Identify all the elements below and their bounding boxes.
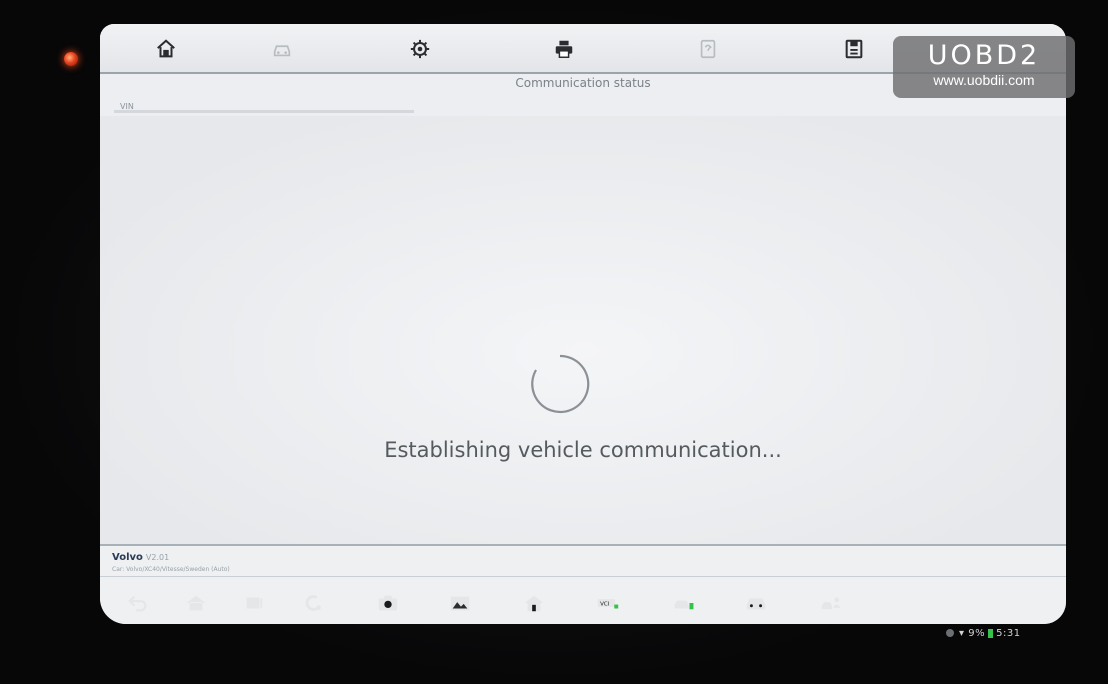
- footer-divider: [100, 576, 1066, 577]
- svg-text:VCI: VCI: [600, 601, 610, 607]
- vehicle-shortcut-icon: [674, 600, 694, 610]
- print-button[interactable]: [550, 36, 578, 62]
- browser-icon: [305, 595, 321, 611]
- system-navbar: VCI: [110, 590, 1060, 650]
- battery-percent: 9%: [968, 628, 986, 639]
- camera-icon: [378, 595, 398, 611]
- browser-button[interactable]: [300, 590, 328, 616]
- watermark: UOBD2 www.uobdii.com: [893, 36, 1075, 98]
- tablet-screen: Communication status VIN Establishing ve…: [100, 24, 1066, 624]
- remote-support-icon: [821, 597, 841, 610]
- home-icon: [157, 39, 175, 58]
- home-button[interactable]: [152, 36, 180, 62]
- watermark-brand: UOBD2: [927, 40, 1041, 71]
- autel-home-button[interactable]: [520, 590, 548, 616]
- android-home-icon: [186, 595, 206, 611]
- vci-icon: VCI: [597, 599, 619, 609]
- power-led-icon: [64, 52, 78, 66]
- camera-button[interactable]: [374, 590, 402, 616]
- print-icon: [555, 40, 573, 58]
- gallery-button[interactable]: [446, 590, 474, 616]
- vehicle-swap-icon: [273, 45, 291, 57]
- software-version: V2.01: [145, 553, 170, 562]
- watermark-url: www.uobdii.com: [933, 72, 1035, 88]
- save-icon: [845, 39, 863, 59]
- help-icon: [700, 39, 716, 59]
- loading-message: Establishing vehicle communication...: [384, 438, 782, 462]
- make-label: Volvo: [112, 552, 143, 563]
- back-icon: [128, 595, 147, 612]
- battery-icon: [988, 628, 994, 638]
- vehicle-path: Car: Volvo/XC40/Vitesse/Sweden (Auto): [112, 566, 230, 573]
- car-icon: [746, 598, 766, 610]
- recent-apps-button[interactable]: [240, 590, 268, 616]
- autel-home-icon: [524, 595, 544, 612]
- system-status-bar: ▾ 9% 5:31: [946, 628, 1021, 639]
- main-panel: Establishing vehicle communication...: [100, 116, 1066, 544]
- vehicle-shortcut-button[interactable]: [670, 590, 698, 616]
- back-button[interactable]: [124, 590, 152, 616]
- notification-icon: [946, 629, 954, 637]
- car-button[interactable]: [742, 590, 770, 616]
- wifi-icon: ▾: [959, 628, 965, 639]
- clock: 5:31: [996, 628, 1021, 639]
- vehicle-make: Volvo V2.01: [112, 552, 169, 563]
- settings-button[interactable]: [406, 36, 434, 62]
- vin-bar: [114, 110, 414, 113]
- loading-spinner-icon: [531, 354, 590, 414]
- recent-apps-icon: [246, 597, 263, 609]
- gallery-icon: [450, 596, 470, 611]
- settings-icon: [410, 39, 430, 59]
- android-home-button[interactable]: [182, 590, 210, 616]
- remote-support-button[interactable]: [818, 590, 846, 616]
- help-button[interactable]: [694, 36, 722, 62]
- vehicle-swap-button[interactable]: [268, 36, 296, 62]
- vci-button[interactable]: VCI: [594, 590, 622, 616]
- save-button[interactable]: [840, 36, 868, 62]
